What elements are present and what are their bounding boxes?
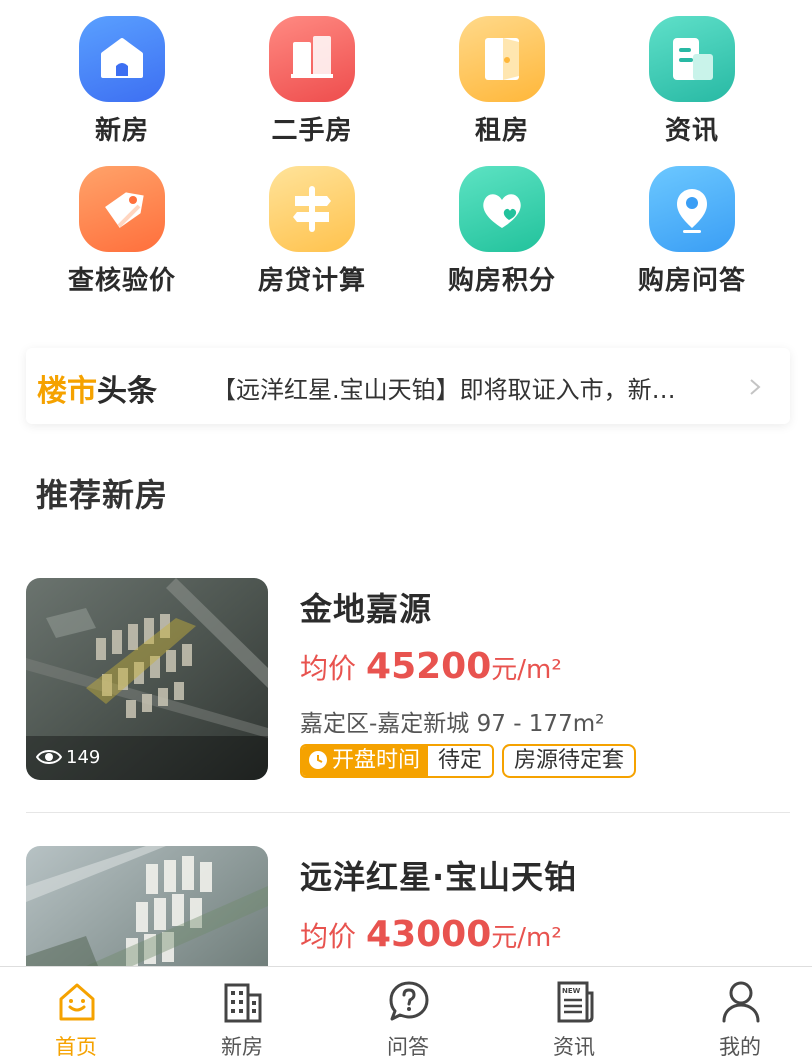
- price-value: 43000: [366, 914, 492, 955]
- opening-time-value: 待定: [438, 748, 483, 773]
- listing-image[interactable]: [26, 846, 268, 966]
- entry-news[interactable]: 资讯: [597, 16, 787, 147]
- tab-label: 资讯: [553, 1035, 595, 1059]
- entry-label: 查核验价: [67, 266, 176, 296]
- tab-label: 问答: [387, 1035, 429, 1059]
- entry-label: 租房: [474, 116, 529, 146]
- listing-image[interactable]: 149: [26, 578, 268, 780]
- headline-title-b: 头条: [97, 374, 157, 409]
- price-unit: 元/m²: [491, 923, 562, 953]
- tab-home[interactable]: 首页: [16, 967, 136, 1060]
- tab-new-house[interactable]: 新房: [182, 967, 302, 1060]
- price-unit: 元/m²: [491, 655, 562, 685]
- opening-time-label: 开盘时间: [302, 746, 429, 776]
- entry-new-house[interactable]: 新房: [27, 16, 217, 147]
- entry-label: 二手房: [271, 116, 353, 146]
- entry-label: 房贷计算: [257, 266, 366, 296]
- entry-label: 新房: [94, 116, 149, 146]
- eye-icon: [36, 750, 62, 764]
- tab-news[interactable]: NEW 资讯: [514, 967, 634, 1060]
- entry-qa[interactable]: 购房问答: [597, 166, 787, 297]
- building-icon: [224, 983, 262, 1023]
- house-icon: [79, 16, 165, 102]
- listing-location: 嘉定区-嘉定新城 97 - 177m²: [300, 711, 605, 737]
- opening-time-label-text: 开盘时间: [332, 748, 421, 773]
- listing-price: 均价 45200元/m²: [300, 646, 562, 687]
- tab-label: 我的: [719, 1035, 761, 1059]
- entry-rent[interactable]: 租房: [407, 16, 597, 147]
- price-label: 均价: [300, 920, 357, 953]
- entry-purchase-points[interactable]: 购房积分: [407, 166, 597, 297]
- location-pin-icon: [649, 166, 735, 252]
- heart-icon: [459, 166, 545, 252]
- building-icon: [269, 16, 355, 102]
- home-icon: [59, 983, 95, 1021]
- entry-price-check[interactable]: 查核验价: [27, 166, 217, 297]
- entry-label: 购房积分: [447, 266, 556, 296]
- door-icon: [459, 16, 545, 102]
- tab-label: 新房: [221, 1035, 263, 1059]
- headline-title: 楼市头条: [37, 366, 157, 410]
- listing-tags: 开盘时间 待定 房源待定套: [300, 744, 637, 780]
- listing-price: 均价 43000元/m²: [300, 914, 562, 955]
- section-title: 推荐新房: [36, 476, 169, 514]
- question-icon: [389, 981, 429, 1021]
- entry-second-hand[interactable]: 二手房: [217, 16, 407, 147]
- divider: [26, 812, 790, 813]
- news-icon: [649, 16, 735, 102]
- user-icon: [722, 981, 760, 1023]
- listing-name[interactable]: 金地嘉源: [300, 584, 432, 630]
- signpost-icon: [269, 166, 355, 252]
- entry-mortgage-calc[interactable]: 房贷计算: [217, 166, 407, 297]
- bottom-tab-bar: 首页 新房 问答 NEW 资讯 我的: [0, 966, 812, 1060]
- opening-time-tag: 开盘时间 待定: [300, 744, 495, 778]
- headline-text[interactable]: 【远洋红星.宝山天铂】即将取证入市，新…: [212, 370, 712, 405]
- newspaper-icon: NEW: [557, 981, 594, 1023]
- price-label: 均价: [300, 652, 357, 685]
- supply-tag: 房源待定套: [502, 744, 637, 778]
- market-headline-bar[interactable]: 楼市头条 【远洋红星.宝山天铂】即将取证入市，新…: [26, 348, 790, 424]
- entry-label: 资讯: [664, 116, 719, 146]
- price-value: 45200: [366, 646, 492, 687]
- svg-text:NEW: NEW: [562, 987, 581, 995]
- tab-mine[interactable]: 我的: [680, 967, 800, 1060]
- price-tag-icon: [79, 166, 165, 252]
- view-count: 149: [26, 736, 268, 780]
- view-count-value: 149: [66, 747, 101, 768]
- listing-card[interactable]: 149 金地嘉源 均价 45200元/m² 嘉定区-嘉定新城 97 - 177m²…: [26, 578, 790, 782]
- entry-label: 购房问答: [637, 266, 746, 296]
- clock-icon: [309, 751, 327, 769]
- tab-qa[interactable]: 问答: [348, 967, 468, 1060]
- tab-label: 首页: [55, 1035, 97, 1059]
- headline-title-a: 楼市: [37, 374, 97, 409]
- listing-name[interactable]: 远洋红星·宝山天铂: [300, 852, 577, 898]
- listing-card[interactable]: 远洋红星·宝山天铂 均价 43000元/m²: [26, 846, 790, 966]
- chevron-right-icon[interactable]: [742, 372, 768, 402]
